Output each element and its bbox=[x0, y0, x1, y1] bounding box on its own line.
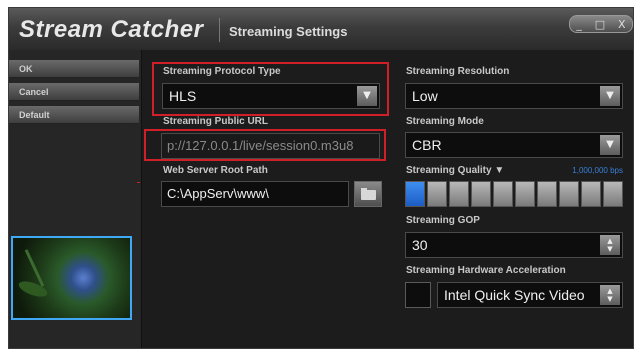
preview-plant-leaf bbox=[16, 278, 50, 300]
up-down-arrows-icon[interactable]: ▲ ▼ bbox=[600, 285, 620, 305]
public-url-label: Streaming Public URL bbox=[163, 116, 269, 127]
hw-accel-label: Streaming Hardware Acceleration bbox=[406, 265, 566, 276]
up-down-arrows-icon[interactable]: ▲ ▼ bbox=[600, 235, 620, 255]
title-bar: Stream Catcher Streaming Settings _ □ X bbox=[9, 8, 633, 50]
resolution-select[interactable]: Low ▼ bbox=[405, 83, 623, 109]
video-preview bbox=[11, 236, 132, 320]
triangle-down-icon[interactable]: ▼ bbox=[600, 86, 620, 106]
resolution-label: Streaming Resolution bbox=[406, 66, 510, 77]
gop-label: Streaming GOP bbox=[406, 215, 480, 226]
cancel-button[interactable]: Cancel bbox=[9, 83, 139, 101]
sidebar: OK Cancel Default bbox=[9, 50, 142, 348]
protocol-highlight bbox=[152, 62, 389, 116]
hw-accel-checkbox[interactable] bbox=[405, 282, 431, 308]
hw-accel-select[interactable]: Intel Quick Sync Video ▲ ▼ bbox=[437, 282, 623, 308]
quality-segment[interactable] bbox=[581, 181, 601, 207]
minimize-icon[interactable]: _ bbox=[576, 18, 582, 31]
quality-segment[interactable] bbox=[493, 181, 513, 207]
quality-label: Streaming Quality ▼ bbox=[406, 165, 505, 176]
quality-segment[interactable] bbox=[471, 181, 491, 207]
browse-folder-button[interactable] bbox=[354, 181, 382, 207]
quality-segment[interactable] bbox=[427, 181, 447, 207]
quality-segment[interactable] bbox=[559, 181, 579, 207]
hw-accel-value: Intel Quick Sync Video bbox=[444, 287, 585, 303]
close-icon[interactable]: X bbox=[618, 18, 626, 31]
gop-spinner[interactable]: 30 ▲ ▼ bbox=[405, 232, 623, 258]
triangle-down-icon[interactable]: ▼ bbox=[600, 135, 620, 155]
section-title: Streaming Settings bbox=[229, 24, 348, 39]
quality-value: 1,000,000 bps bbox=[572, 166, 623, 175]
root-path-label: Web Server Root Path bbox=[163, 165, 268, 176]
quality-segment[interactable] bbox=[515, 181, 535, 207]
mode-label: Streaming Mode bbox=[406, 116, 484, 127]
quality-segment[interactable] bbox=[405, 181, 425, 207]
red-mark bbox=[137, 182, 140, 183]
default-button[interactable]: Default bbox=[9, 106, 139, 124]
quality-segment[interactable] bbox=[537, 181, 557, 207]
folder-icon bbox=[361, 190, 376, 200]
quality-segment[interactable] bbox=[449, 181, 469, 207]
mode-value: CBR bbox=[412, 137, 442, 153]
quality-slider[interactable] bbox=[405, 181, 623, 207]
ok-button[interactable]: OK bbox=[9, 60, 139, 78]
maximize-icon[interactable]: □ bbox=[595, 18, 605, 31]
public-url-highlight bbox=[144, 129, 386, 161]
quality-segment[interactable] bbox=[603, 181, 623, 207]
window-controls[interactable]: _ □ X bbox=[569, 15, 633, 33]
mode-select[interactable]: CBR ▼ bbox=[405, 132, 623, 158]
gop-value: 30 bbox=[412, 237, 428, 253]
resolution-value: Low bbox=[412, 88, 438, 104]
root-path-field[interactable]: C:\AppServ\www\ bbox=[161, 181, 349, 207]
title-separator bbox=[219, 18, 220, 42]
app-title: Stream Catcher bbox=[19, 16, 204, 43]
